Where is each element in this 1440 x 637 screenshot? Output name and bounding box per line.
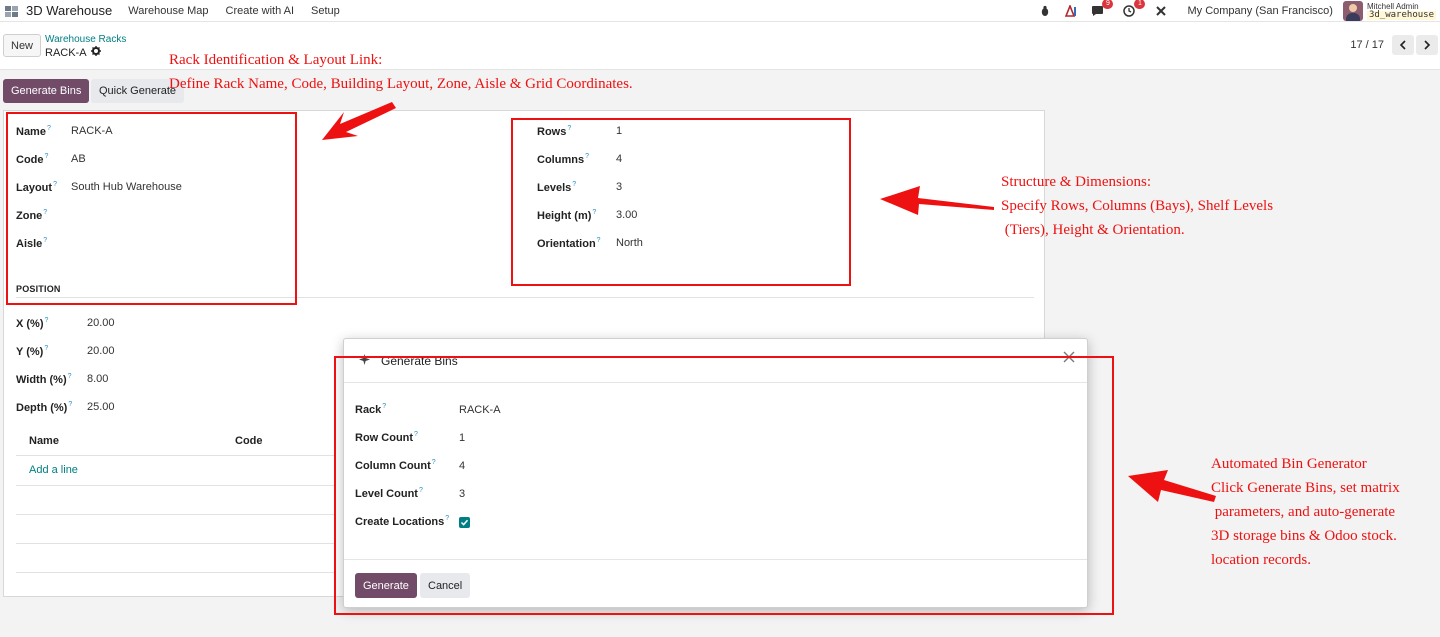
systray: 9 1 My Company (San Francisco) Mitchell … xyxy=(1037,0,1440,22)
breadcrumb-warehouse-racks[interactable]: Warehouse Racks xyxy=(45,34,126,45)
menu-create-with-ai[interactable]: Create with AI xyxy=(226,5,294,17)
add-a-line-link[interactable]: Add a line xyxy=(29,464,78,476)
column-header-code[interactable]: Code xyxy=(235,435,263,447)
new-button[interactable]: New xyxy=(3,34,42,57)
annotation-box-dialog xyxy=(334,356,1114,615)
pager-previous-button[interactable] xyxy=(1392,35,1414,55)
tools-icon[interactable] xyxy=(1153,3,1169,19)
table-row-line xyxy=(16,572,336,573)
bug-icon[interactable] xyxy=(1037,3,1053,19)
gear-icon[interactable] xyxy=(90,46,101,59)
menu-warehouse-map[interactable]: Warehouse Map xyxy=(128,5,208,17)
menu-setup[interactable]: Setup xyxy=(311,5,340,17)
field-depth: Depth (%)? xyxy=(16,401,73,414)
user-menu[interactable]: Mitchell Admin 3d_warehouse xyxy=(1366,2,1436,20)
annotation-box-identification xyxy=(6,112,297,305)
chevron-left-icon xyxy=(1399,40,1406,50)
activity-badge: 1 xyxy=(1134,0,1146,9)
generate-bins-button[interactable]: Generate Bins xyxy=(3,79,90,103)
company-switcher[interactable]: My Company (San Francisco) xyxy=(1187,5,1333,17)
table-row-line xyxy=(16,543,336,544)
annotation-arrow-identification xyxy=(322,102,396,140)
chevron-right-icon xyxy=(1424,40,1431,50)
field-x-value[interactable]: 20.00 xyxy=(87,317,115,329)
database-name: 3d_warehouse xyxy=(1366,10,1436,20)
annotation-box-structure xyxy=(511,118,851,286)
annotation-arrow-bin-generator xyxy=(1128,470,1216,502)
column-header-name[interactable]: Name xyxy=(29,435,59,447)
record-title: RACK-A xyxy=(45,46,87,59)
top-navbar: 3D Warehouse Warehouse Map Create with A… xyxy=(0,0,1440,22)
breadcrumb-current: RACK-A xyxy=(45,46,101,59)
ai-icon[interactable] xyxy=(1063,3,1079,19)
annotation-arrow-structure xyxy=(880,186,994,215)
user-avatar[interactable] xyxy=(1342,1,1363,21)
annotation-identification: Rack Identification & Layout Link: Defin… xyxy=(169,52,633,92)
pager-next-button[interactable] xyxy=(1416,35,1438,55)
table-row-line xyxy=(16,485,336,486)
field-width: Width (%)? xyxy=(16,373,72,386)
field-width-value[interactable]: 8.00 xyxy=(87,373,108,385)
pager-value[interactable]: 17 / 17 xyxy=(1350,39,1384,51)
annotation-structure: Structure & Dimensions: Specify Rows, Co… xyxy=(1001,174,1274,238)
app-name[interactable]: 3D Warehouse xyxy=(26,3,112,18)
table-row-line xyxy=(16,514,336,515)
chat-badge: 9 xyxy=(1102,0,1114,9)
activity-clock-icon[interactable]: 1 xyxy=(1121,0,1146,19)
table-header-line xyxy=(16,455,336,456)
field-depth-value[interactable]: 25.00 xyxy=(87,401,115,413)
field-y-value[interactable]: 20.00 xyxy=(87,345,115,357)
app-menu-icon[interactable] xyxy=(4,4,20,18)
field-y: Y (%)? xyxy=(16,345,49,358)
annotation-bin-generator: Automated Bin Generator Click Generate B… xyxy=(1211,456,1400,568)
chat-icon[interactable]: 9 xyxy=(1089,0,1114,19)
field-x: X (%)? xyxy=(16,317,49,330)
